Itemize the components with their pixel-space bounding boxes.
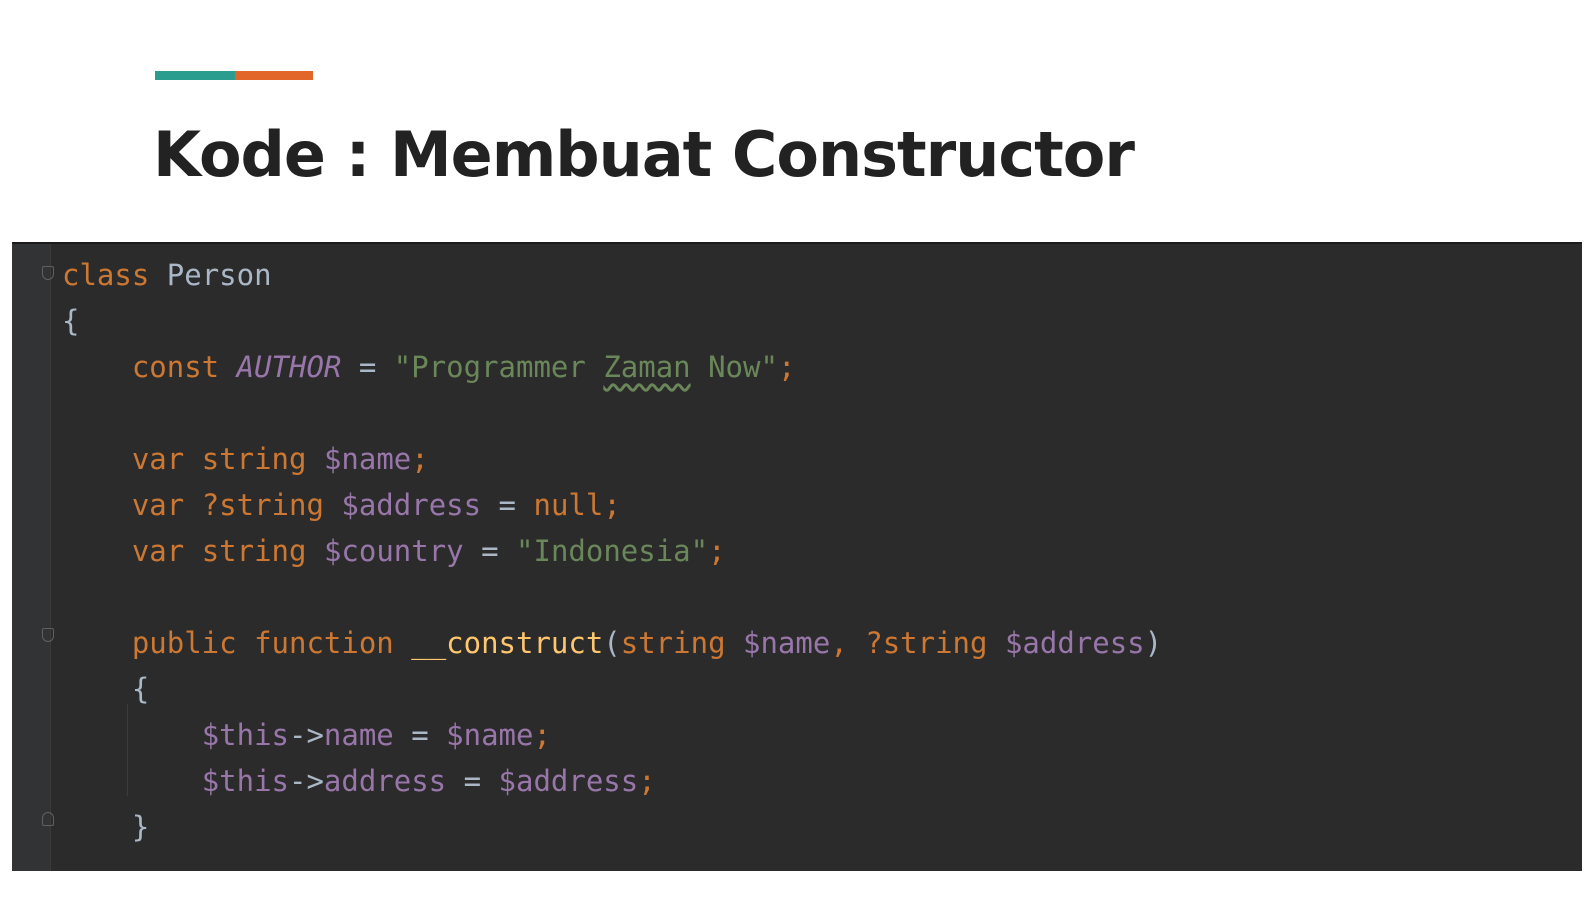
variable: $address (341, 488, 482, 522)
code-line-1: class Person (62, 252, 1162, 298)
code-line-7: var string $country = "Indonesia"; (62, 528, 1162, 574)
code-line-3: const AUTHOR = "Programmer Zaman Now"; (62, 344, 1162, 390)
slide-title: Kode : Membuat Constructor (153, 118, 1135, 191)
code-editor: class Person { const AUTHOR = "Programmer… (12, 242, 1582, 871)
type: string (201, 534, 307, 568)
fold-class-icon[interactable] (42, 266, 54, 280)
code-line-11: $this->name = $name; (62, 712, 1162, 758)
function-name: __construct (411, 626, 604, 660)
null-literal: null (533, 488, 604, 522)
semicolon: ; (603, 488, 621, 522)
class-name: Person (166, 258, 272, 292)
code-line-9: public function __construct(string $name… (62, 620, 1162, 666)
constant-name: AUTHOR (236, 350, 342, 384)
parameter: $name (743, 626, 831, 660)
keyword: var (131, 488, 185, 522)
comma: , (830, 626, 848, 660)
semicolon: ; (638, 764, 656, 798)
paren: ( (603, 626, 621, 660)
accent-bar (155, 71, 313, 80)
semicolon: ; (777, 350, 796, 384)
code-line-6: var ?string $address = null; (62, 482, 1162, 528)
this-variable: $this (201, 764, 289, 798)
code-block[interactable]: class Person { const AUTHOR = "Programmer… (62, 252, 1162, 850)
editor-gutter (12, 244, 50, 871)
string-literal-end: Now" (690, 350, 778, 384)
code-line-2: { (62, 298, 1162, 344)
code-line-12: $this->address = $address; (62, 758, 1162, 804)
fold-end-icon[interactable] (42, 812, 54, 826)
keyword: var (131, 442, 185, 476)
arrow-operator: -> (289, 764, 324, 798)
variable: $name (446, 718, 534, 752)
operator: = (358, 350, 377, 384)
keyword: class (62, 258, 150, 292)
property: address (323, 764, 447, 798)
arrow-operator: -> (289, 718, 324, 752)
type: ?string (865, 626, 988, 660)
accent-bar-orange (235, 71, 313, 80)
semicolon: ; (708, 534, 726, 568)
string-typo-word: Zaman (603, 350, 691, 384)
string-literal-start: "Programmer (393, 350, 604, 384)
code-line-13: } (62, 804, 1162, 850)
brace: } (131, 810, 150, 844)
variable: $country (323, 534, 464, 568)
fold-function-icon[interactable] (42, 628, 54, 642)
operator: = (463, 764, 482, 798)
keyword: var (131, 534, 185, 568)
this-variable: $this (201, 718, 289, 752)
semicolon: ; (411, 442, 429, 476)
keyword: const (131, 350, 220, 384)
brace: { (62, 304, 80, 338)
operator: = (481, 534, 499, 568)
property: name (323, 718, 394, 752)
code-line-10: { (62, 666, 1162, 712)
type: string (201, 442, 307, 476)
code-line-5: var string $name; (62, 436, 1162, 482)
type: ?string (201, 488, 324, 522)
accent-bar-teal (155, 71, 235, 80)
semicolon: ; (533, 718, 551, 752)
keyword: function (254, 626, 394, 660)
type: string (620, 626, 726, 660)
gutter-separator (50, 244, 51, 871)
operator: = (498, 488, 517, 522)
parameter: $address (1004, 626, 1145, 660)
paren: ) (1144, 626, 1163, 660)
string-literal: "Indonesia" (516, 534, 709, 568)
variable: $name (323, 442, 412, 476)
keyword: public (131, 626, 237, 660)
variable: $address (498, 764, 639, 798)
operator: = (411, 718, 429, 752)
brace: { (131, 672, 150, 706)
